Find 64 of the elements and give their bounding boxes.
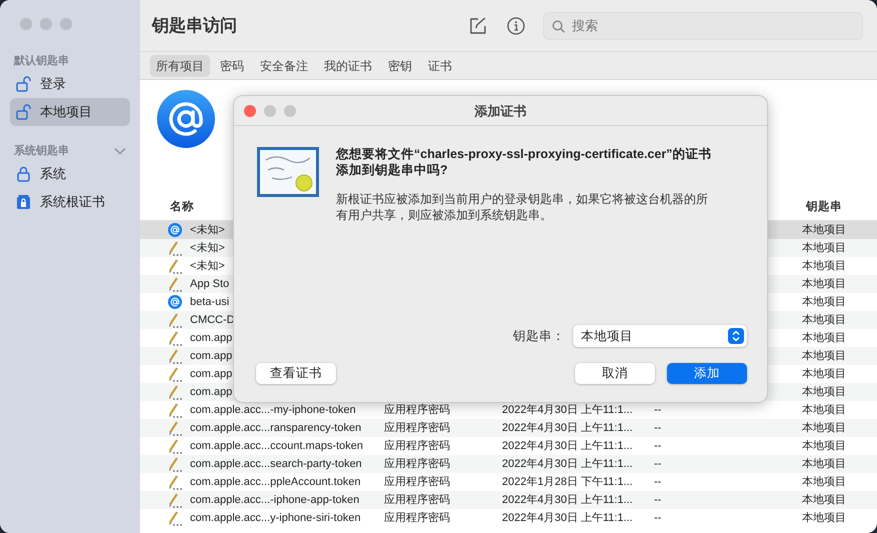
- keychain-cell: 本地项目: [802, 458, 846, 470]
- kind-cell: 应用程序密码: [384, 422, 450, 434]
- name-cell: com.apple.acc...ccount.maps-token: [190, 440, 364, 452]
- keychain-cell: 本地项目: [802, 476, 846, 488]
- keychain-cell: 本地项目: [802, 260, 846, 272]
- keychain-cell: 本地项目: [802, 512, 846, 524]
- name-cell: App Sto: [190, 278, 230, 290]
- dialog-title: 添加证书: [474, 102, 526, 120]
- keychain-label: 钥匙串：: [513, 328, 565, 345]
- name-cell: beta-usi: [190, 296, 230, 308]
- column-header: 钥匙串: [806, 199, 843, 215]
- name-cell: com.apple.acc...y-iphone-siri-token: [190, 512, 361, 524]
- sidebar-section-title: 默认钥匙串: [14, 54, 69, 69]
- name-cell: com.app: [190, 332, 232, 344]
- kind-cell: 应用程序密码: [384, 440, 450, 452]
- dialog-message: 您想要将文件“charles-proxy-ssl-proxying-certificate.cer”的证书添加到钥匙串中吗?: [336, 146, 712, 178]
- keychain-cell: 本地项目: [802, 368, 846, 380]
- date-cell: 2022年4月30日 上午11:1...: [502, 494, 633, 506]
- kind-cell: 应用程序密码: [384, 404, 450, 416]
- sidebar-section-title: 系统钥匙串: [14, 144, 69, 159]
- keychain-cell: 本地项目: [802, 404, 846, 416]
- name-cell: com.apple.acc...search-party-token: [190, 458, 362, 470]
- kind-cell: 应用程序密码: [384, 494, 450, 506]
- name-cell: <未知>: [190, 242, 225, 254]
- name-cell: <未知>: [190, 224, 225, 236]
- name-cell: com.apple.acc...-my-iphone-token: [190, 404, 356, 416]
- keychain-cell: 本地项目: [802, 440, 846, 452]
- expiry-cell: --: [654, 494, 662, 506]
- date-cell: 2022年4月30日 上午11:1...: [502, 440, 633, 452]
- name-cell: com.app: [190, 368, 232, 380]
- expiry-cell: --: [654, 440, 662, 452]
- keychain-cell: 本地项目: [802, 296, 846, 308]
- keychain-cell: 本地项目: [802, 494, 846, 506]
- keychain-cell: 本地项目: [802, 242, 846, 254]
- keychain-cell: 本地项目: [802, 332, 846, 344]
- date-cell: 2022年4月30日 上午11:1...: [502, 422, 633, 434]
- name-cell: com.apple.acc...-iphone-app-token: [190, 494, 360, 506]
- keychain-cell: 本地项目: [802, 314, 846, 326]
- name-cell: com.apple.acc...ransparency-token: [190, 422, 362, 434]
- date-cell: 2022年4月30日 上午11:1...: [502, 512, 633, 524]
- kind-cell: 应用程序密码: [384, 458, 450, 470]
- expiry-cell: --: [654, 476, 662, 488]
- expiry-cell: --: [654, 404, 662, 416]
- date-cell: 2022年1月28日 下午11:1...: [502, 476, 633, 488]
- name-cell: CMCC-D: [190, 314, 235, 326]
- keychain-cell: 本地项目: [802, 224, 846, 236]
- expiry-cell: --: [654, 422, 662, 434]
- window-title: 钥匙串访问: [152, 14, 237, 37]
- name-cell: <未知>: [190, 260, 225, 272]
- kind-cell: 应用程序密码: [384, 476, 450, 488]
- name-cell: com.apple.acc...ppleAccount.token: [190, 476, 361, 488]
- name-cell: com.app: [190, 386, 232, 398]
- kind-cell: 应用程序密码: [384, 512, 450, 524]
- dialog-body-text: 新根证书应被添加到当前用户的登录钥匙串，如果它将被这台机器的所有用户共享，则应被添加到系统钥匙串。: [336, 190, 709, 223]
- column-header: 名称: [170, 200, 194, 215]
- keychain-cell: 本地项目: [802, 422, 846, 434]
- date-cell: 2022年4月30日 上午11:1...: [502, 458, 633, 470]
- expiry-cell: --: [654, 458, 662, 470]
- keychain-cell: 本地项目: [802, 350, 846, 362]
- keychain-cell: 本地项目: [802, 386, 846, 398]
- name-cell: com.app: [190, 350, 232, 362]
- date-cell: 2022年4月30日 上午11:1...: [502, 404, 633, 416]
- expiry-cell: --: [654, 512, 662, 524]
- keychain-cell: 本地项目: [802, 278, 846, 290]
